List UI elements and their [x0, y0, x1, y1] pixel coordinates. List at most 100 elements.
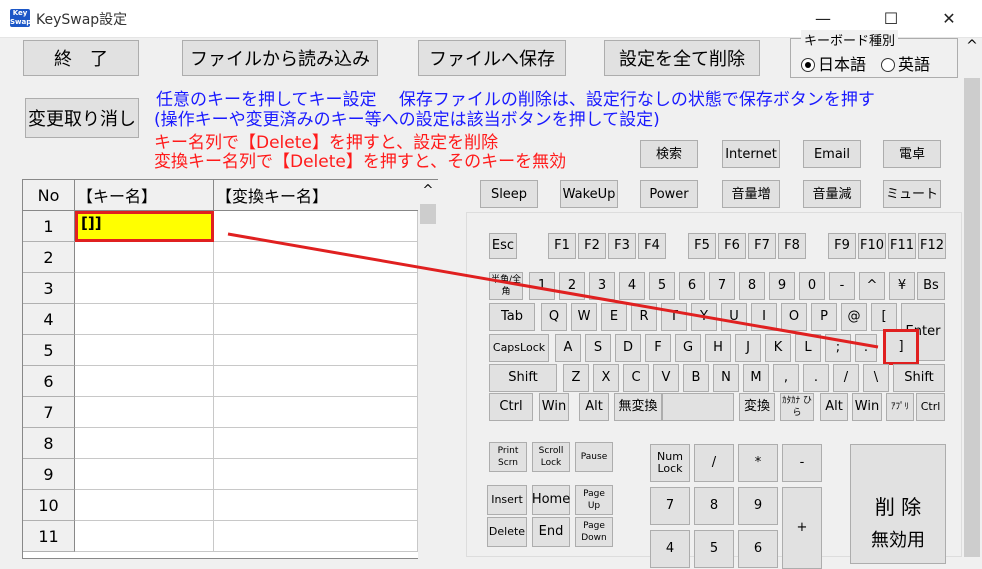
key-right-ctrl[interactable]: Ctrl	[916, 393, 945, 421]
key-katakana-hiragana[interactable]: ｶﾀｶﾅ ひら	[780, 393, 814, 421]
key-x[interactable]: X	[593, 364, 619, 392]
key-2[interactable]: 2	[559, 272, 585, 300]
key-g[interactable]: G	[675, 334, 701, 362]
delete-all-button[interactable]: 設定を全て削除	[604, 40, 760, 76]
key-num-divide[interactable]: /	[694, 444, 734, 482]
minimize-button[interactable]: —	[800, 6, 846, 32]
key-f11[interactable]: F11	[888, 233, 916, 259]
mapped-key-cell[interactable]	[214, 273, 418, 304]
key-mapping-grid[interactable]: No 【キー名】 【変換キー名】 ^ 1 []] 2 3 4 5 6 7 8 9…	[22, 179, 438, 560]
power-key[interactable]: Power	[640, 180, 698, 208]
key-f6[interactable]: F6	[718, 233, 746, 259]
radio-english[interactable]: 英語	[881, 51, 930, 75]
key-name-cell[interactable]	[75, 242, 214, 273]
key-r[interactable]: R	[631, 303, 657, 331]
mapped-key-cell[interactable]	[214, 304, 418, 335]
key-henkan[interactable]: 変換	[739, 393, 775, 421]
key-minus[interactable]: -	[829, 272, 855, 300]
key-9[interactable]: 9	[769, 272, 795, 300]
main-scrollbar[interactable]: ^	[962, 38, 982, 557]
key-d[interactable]: D	[615, 334, 641, 362]
key-hankaku-zenkaku[interactable]: 半角/全角	[489, 272, 523, 300]
key-yen[interactable]: ¥	[889, 272, 915, 300]
sleep-key[interactable]: Sleep	[480, 180, 538, 208]
key-right-alt[interactable]: Alt	[820, 393, 848, 421]
key-page-up[interactable]: Page Up	[575, 485, 613, 515]
key-f9[interactable]: F9	[828, 233, 856, 259]
key-comma[interactable]: ,	[773, 364, 799, 392]
key-f3[interactable]: F3	[608, 233, 636, 259]
key-name-cell-selected[interactable]: []]	[75, 211, 214, 242]
mute-key[interactable]: ミュート	[883, 180, 941, 208]
maximize-button[interactable]: ☐	[868, 6, 914, 32]
key-close-bracket-highlighted[interactable]: ]	[883, 329, 919, 365]
key-pause[interactable]: Pause	[575, 442, 613, 472]
key-app[interactable]: ｱﾌﾟﾘ	[886, 393, 914, 421]
scroll-thumb[interactable]	[964, 78, 980, 557]
key-f[interactable]: F	[645, 334, 671, 362]
key-backslash[interactable]: \	[863, 364, 889, 392]
key-page-down[interactable]: Page Down	[575, 517, 613, 547]
key-f2[interactable]: F2	[578, 233, 606, 259]
close-button[interactable]: ✕	[926, 6, 972, 32]
key-muhenkan[interactable]: 無変換	[614, 393, 662, 421]
key-e[interactable]: E	[601, 303, 627, 331]
delete-disable-panel[interactable]: 削 除 無効用	[850, 444, 946, 564]
mapped-key-cell[interactable]	[214, 211, 418, 242]
key-num-multiply[interactable]: *	[738, 444, 778, 482]
key-period[interactable]: .	[803, 364, 829, 392]
key-right-win[interactable]: Win	[852, 393, 882, 421]
key-space[interactable]	[662, 393, 734, 421]
load-file-button[interactable]: ファイルから読み込み	[182, 40, 378, 76]
key-name-cell[interactable]	[75, 304, 214, 335]
key-l[interactable]: L	[795, 334, 821, 362]
mapped-key-cell[interactable]	[214, 242, 418, 273]
key-k[interactable]: K	[765, 334, 791, 362]
key-w[interactable]: W	[571, 303, 597, 331]
key-name-cell[interactable]	[75, 366, 214, 397]
undo-button[interactable]: 変更取り消し	[25, 98, 139, 138]
key-y[interactable]: Y	[691, 303, 717, 331]
grid-scroll-up-arrow[interactable]: ^	[418, 180, 438, 200]
key-name-cell[interactable]	[75, 521, 214, 552]
key-f12[interactable]: F12	[918, 233, 946, 259]
exit-button[interactable]: 終 了	[23, 40, 139, 76]
key-left-shift[interactable]: Shift	[489, 364, 557, 392]
mapped-key-cell[interactable]	[214, 366, 418, 397]
key-name-cell[interactable]	[75, 459, 214, 490]
key-backspace[interactable]: Bs	[917, 272, 945, 300]
key-name-cell[interactable]	[75, 335, 214, 366]
key-name-cell[interactable]	[75, 273, 214, 304]
key-semicolon[interactable]: ;	[825, 334, 851, 362]
internet-key[interactable]: Internet	[722, 140, 780, 168]
search-key[interactable]: 検索	[640, 140, 698, 168]
key-p[interactable]: P	[811, 303, 837, 331]
key-f7[interactable]: F7	[748, 233, 776, 259]
key-m[interactable]: M	[743, 364, 769, 392]
key-left-win[interactable]: Win	[539, 393, 569, 421]
key-u[interactable]: U	[721, 303, 747, 331]
calculator-key[interactable]: 電卓	[883, 140, 941, 168]
key-delete[interactable]: Delete	[487, 517, 527, 547]
key-a[interactable]: A	[555, 334, 581, 362]
key-open-bracket[interactable]: [	[871, 303, 897, 331]
key-i[interactable]: I	[751, 303, 777, 331]
mapped-key-cell[interactable]	[214, 397, 418, 428]
key-insert[interactable]: Insert	[487, 485, 527, 515]
key-caret[interactable]: ^	[859, 272, 885, 300]
key-8[interactable]: 8	[739, 272, 765, 300]
grid-scrollbar[interactable]: ^	[418, 180, 438, 560]
key-c[interactable]: C	[623, 364, 649, 392]
key-capslock[interactable]: CapsLock	[489, 334, 549, 362]
key-num-9[interactable]: 9	[738, 487, 778, 525]
key-o[interactable]: O	[781, 303, 807, 331]
radio-japanese[interactable]: 日本語	[801, 51, 866, 75]
key-left-ctrl[interactable]: Ctrl	[489, 393, 533, 421]
key-n[interactable]: N	[713, 364, 739, 392]
key-num-6[interactable]: 6	[738, 530, 778, 568]
volume-up-key[interactable]: 音量増	[722, 180, 780, 208]
key-num-minus[interactable]: -	[782, 444, 822, 482]
key-num-4[interactable]: 4	[650, 530, 690, 568]
grid-scroll-thumb[interactable]	[420, 204, 436, 224]
key-name-cell[interactable]	[75, 428, 214, 459]
